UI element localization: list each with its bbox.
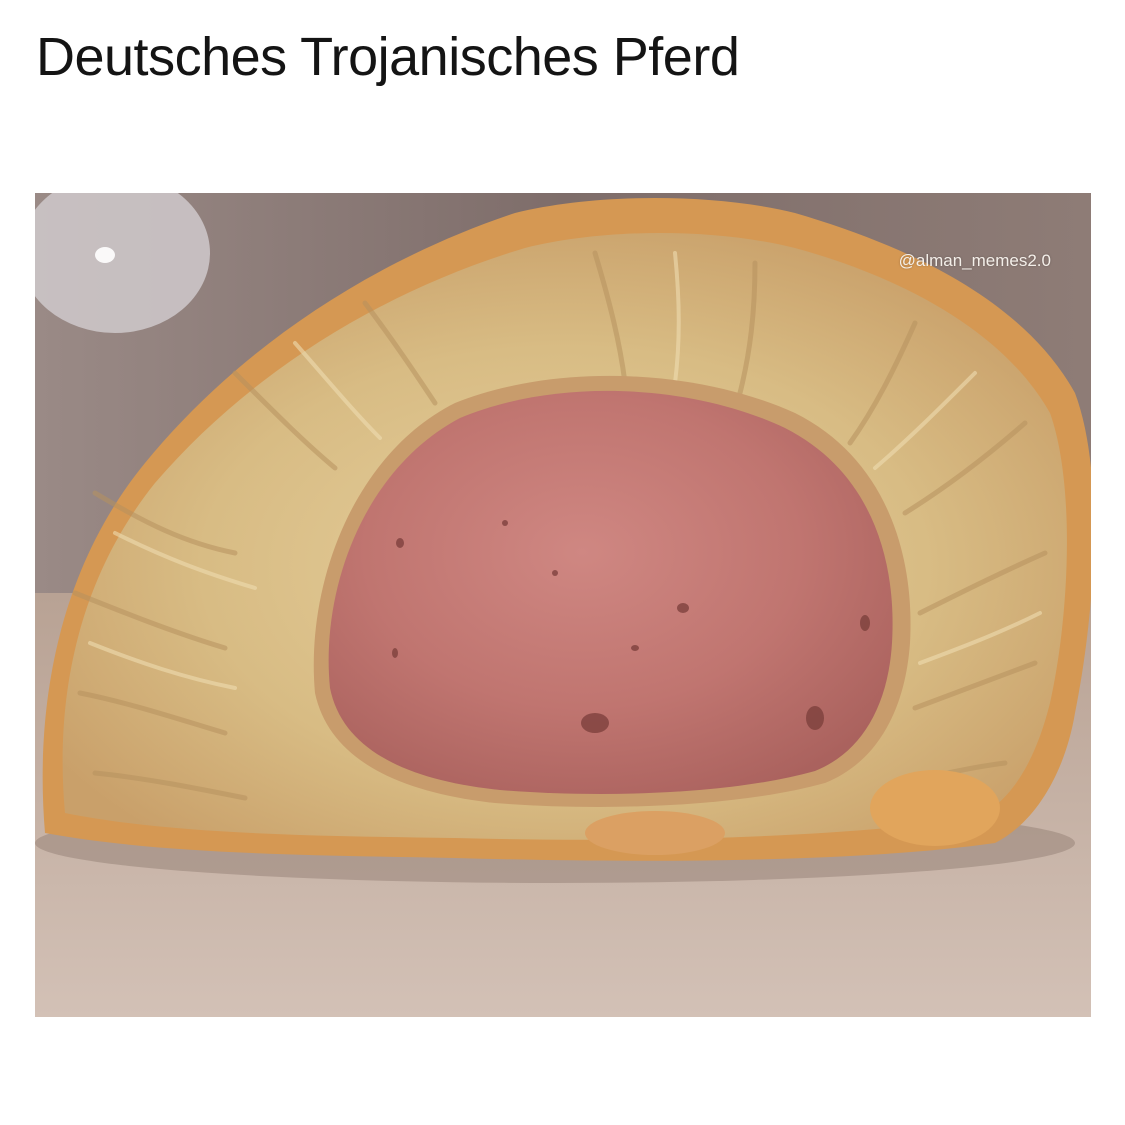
crust-fragment [870, 770, 1000, 846]
meme-caption: Deutsches Trojanisches Pferd [36, 27, 740, 87]
meme-photo: @alman_memes2.0 [35, 193, 1091, 1017]
photo-illustration [35, 193, 1091, 1017]
watermark: @alman_memes2.0 [898, 251, 1051, 270]
